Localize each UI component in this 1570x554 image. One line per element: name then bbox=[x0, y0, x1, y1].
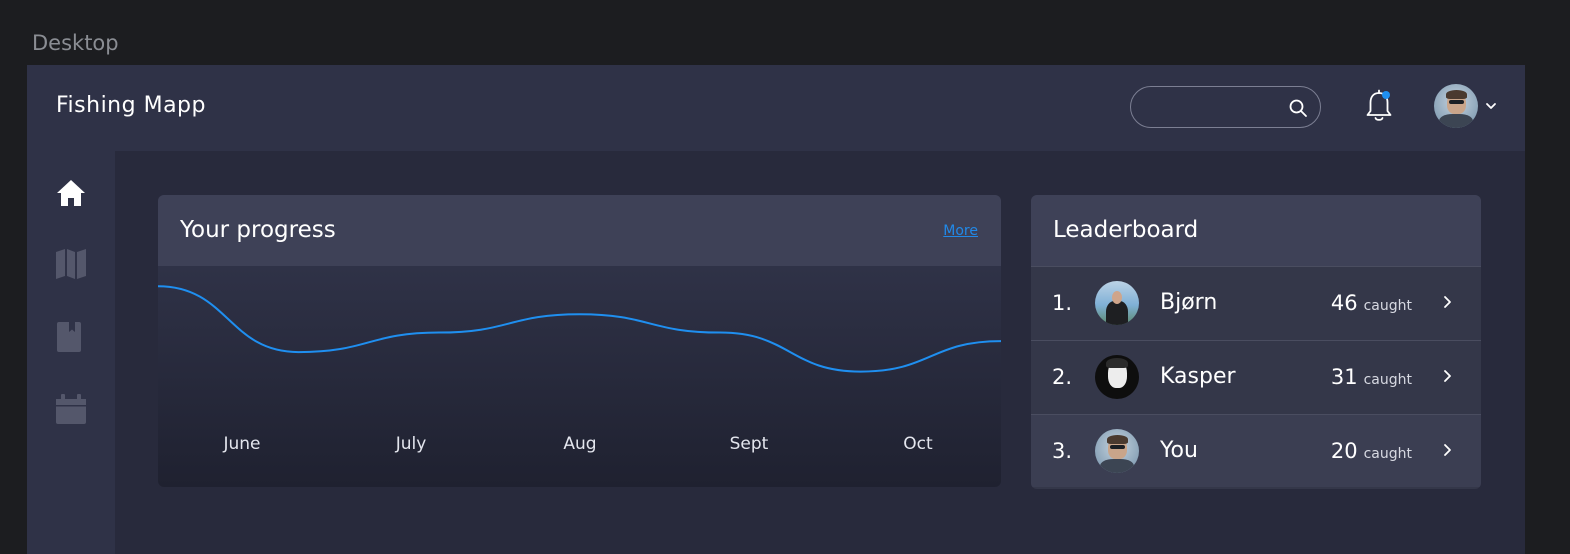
progress-card: Your progress More June July Aug Sept Oct bbox=[158, 195, 1001, 487]
top-bar: Fishing Mapp bbox=[27, 65, 1525, 151]
leaderboard-rank: 2. bbox=[1052, 365, 1073, 389]
leaderboard-name: Kasper bbox=[1160, 364, 1236, 389]
progress-card-header: Your progress More bbox=[158, 195, 1001, 266]
leaderboard-row[interactable]: 1. Bjørn 46 caught bbox=[1031, 266, 1481, 339]
leaderboard-row[interactable]: 2. Kasper 31 caught bbox=[1031, 340, 1481, 413]
app-window: Fishing Mapp Your progress More June Jul… bbox=[27, 65, 1525, 554]
avatar bbox=[1095, 355, 1139, 399]
app-title: Fishing Mapp bbox=[56, 93, 206, 118]
frame-label: Desktop bbox=[32, 31, 119, 55]
search-icon[interactable] bbox=[1288, 98, 1308, 118]
caught-label: caught bbox=[1363, 298, 1412, 314]
sidebar bbox=[27, 151, 115, 554]
sidebar-item-home[interactable] bbox=[55, 177, 87, 209]
caught-count: 31 bbox=[1330, 365, 1358, 389]
sidebar-item-map[interactable] bbox=[55, 247, 87, 279]
sidebar-item-calendar[interactable] bbox=[55, 393, 87, 425]
leaderboard-card: Leaderboard 1. Bjørn 46 caught 2. Kasper … bbox=[1031, 195, 1481, 489]
x-tick-label: Sept bbox=[730, 434, 769, 454]
caught-count: 46 bbox=[1330, 291, 1358, 315]
leaderboard-header: Leaderboard bbox=[1031, 195, 1481, 266]
map-icon bbox=[56, 249, 86, 279]
avatar bbox=[1095, 429, 1139, 473]
search-input[interactable] bbox=[1130, 86, 1321, 128]
progress-x-axis: June July Aug Sept Oct bbox=[222, 434, 933, 454]
progress-series-line bbox=[158, 285, 1001, 373]
leaderboard-title: Leaderboard bbox=[1053, 217, 1199, 243]
leaderboard-score: 46 caught bbox=[1331, 291, 1412, 315]
more-link[interactable]: More bbox=[943, 223, 978, 239]
progress-chart: June July Aug Sept Oct bbox=[158, 285, 1001, 454]
leaderboard-score: 31 caught bbox=[1331, 365, 1412, 389]
leaderboard-name: Bjørn bbox=[1160, 290, 1218, 315]
x-tick-label: June bbox=[222, 434, 260, 454]
home-icon bbox=[57, 180, 85, 206]
book-icon bbox=[57, 322, 81, 352]
x-tick-label: July bbox=[395, 434, 427, 454]
chevron-down-icon[interactable] bbox=[1484, 99, 1498, 113]
chevron-right-icon[interactable] bbox=[1441, 295, 1453, 309]
leaderboard-score: 20 caught bbox=[1331, 439, 1412, 463]
notification-badge bbox=[1382, 91, 1390, 99]
avatar bbox=[1095, 281, 1139, 325]
leaderboard-row[interactable]: 3. You 20 caught bbox=[1031, 414, 1481, 487]
x-tick-label: Aug bbox=[563, 434, 596, 454]
leaderboard-name: You bbox=[1160, 438, 1198, 463]
sidebar-item-logbook[interactable] bbox=[55, 321, 87, 353]
leaderboard-rank: 3. bbox=[1052, 439, 1073, 463]
leaderboard-rank: 1. bbox=[1052, 291, 1073, 315]
x-tick-label: Oct bbox=[903, 434, 933, 454]
calendar-icon bbox=[56, 394, 86, 424]
profile-menu[interactable] bbox=[1434, 84, 1504, 130]
caught-label: caught bbox=[1363, 446, 1412, 462]
progress-title: Your progress bbox=[180, 217, 336, 243]
avatar[interactable] bbox=[1434, 84, 1478, 128]
caught-label: caught bbox=[1363, 372, 1412, 388]
chevron-right-icon[interactable] bbox=[1441, 443, 1453, 457]
caught-count: 20 bbox=[1330, 439, 1358, 463]
chevron-right-icon[interactable] bbox=[1441, 369, 1453, 383]
